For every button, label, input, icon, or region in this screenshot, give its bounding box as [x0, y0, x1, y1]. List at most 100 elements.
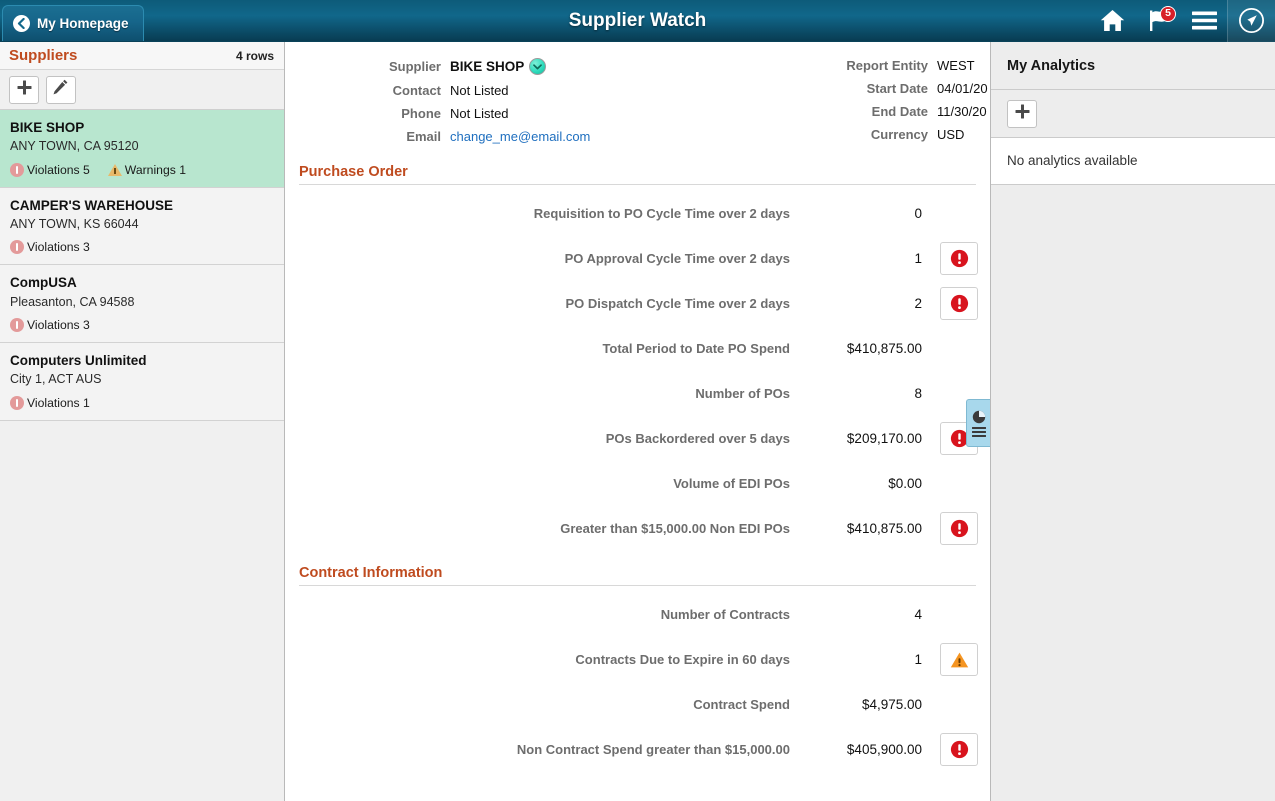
warnings-flag: Warnings 1	[107, 163, 186, 177]
violation-icon	[950, 740, 968, 759]
hamburger-menu-icon[interactable]	[1181, 0, 1227, 42]
detail-value: Not Listed	[450, 83, 509, 98]
detail-label: Contact	[392, 83, 441, 98]
analytics-panel-toolbar	[991, 90, 1275, 138]
detail-value: WEST	[937, 58, 975, 73]
detail-field-start-date: Start Date 04/01/20	[835, 81, 988, 96]
home-icon[interactable]	[1089, 0, 1135, 42]
metric-row: Requisition to PO Cycle Time over 2 days…	[285, 191, 990, 236]
metric-label: Number of POs	[695, 386, 790, 401]
chevron-down-icon[interactable]	[529, 58, 547, 75]
metric-row: Total Period to Date PO Spend $410,875.0…	[285, 326, 990, 371]
report-chart-handle[interactable]	[966, 399, 990, 447]
metric-row: POs Backordered over 5 days $209,170.00	[285, 416, 990, 461]
detail-field-currency: Currency USD	[835, 127, 988, 142]
sidebar-row-count: 4 rows	[235, 48, 274, 63]
supplier-location: ANY TOWN, CA 95120	[10, 139, 139, 154]
detail-label: Start Date	[866, 81, 928, 96]
violations-flag: Violations 1	[10, 395, 90, 410]
violations-flag: Violations 5	[10, 162, 90, 177]
sidebar-header: Suppliers 4 rows	[0, 42, 284, 70]
analytics-panel-body: No analytics available	[991, 138, 1275, 185]
supplier-name: CompUSA	[10, 275, 77, 291]
metric-alert	[928, 688, 990, 721]
detail-field-email: Email change_me@email.com	[370, 129, 705, 144]
back-to-homepage-button[interactable]: My Homepage	[2, 5, 144, 41]
metric-label: PO Approval Cycle Time over 2 days	[564, 251, 790, 266]
main-content: Supplier BIKE SHOP Contact Not Listed Ph…	[285, 42, 990, 801]
detail-value: BIKE SHOP	[450, 58, 547, 75]
supplier-name: CAMPER'S WAREHOUSE	[10, 197, 173, 213]
nav-compass-icon[interactable]	[1227, 0, 1275, 42]
violation-icon	[10, 395, 24, 410]
metric-value: $405,900.00	[846, 742, 922, 757]
detail-label: End Date	[871, 104, 928, 119]
violation-alert-button[interactable]	[940, 512, 978, 545]
sidebar-toolbar	[0, 70, 284, 110]
list-item[interactable]: Computers Unlimited City 1, ACT AUS Viol…	[0, 343, 284, 421]
metric-label: Requisition to PO Cycle Time over 2 days	[533, 206, 790, 221]
back-button-label: My Homepage	[37, 16, 129, 31]
no-alert	[940, 332, 978, 365]
detail-column-left: Supplier BIKE SHOP Contact Not Listed Ph…	[285, 58, 705, 144]
email-link[interactable]: change_me@email.com	[450, 129, 590, 144]
violation-icon	[10, 318, 24, 333]
violation-icon	[950, 519, 968, 538]
pie-chart-icon	[972, 410, 985, 423]
no-alert	[940, 197, 978, 230]
metric-value: $209,170.00	[846, 431, 922, 446]
my-analytics-panel: My Analytics No analytics available	[990, 42, 1275, 801]
violations-label: Violations 5	[27, 162, 90, 177]
metric-value: $410,875.00	[846, 341, 922, 356]
supplier-name-value: BIKE SHOP	[450, 59, 525, 74]
supplier-location: Pleasanton, CA 94588	[10, 294, 135, 309]
metric-label: Non Contract Spend greater than $15,000.…	[516, 742, 790, 757]
metric-value: 1	[914, 652, 922, 667]
list-item[interactable]: CAMPER'S WAREHOUSE ANY TOWN, KS 66044 Vi…	[0, 187, 284, 266]
analytics-panel-header: My Analytics	[991, 42, 1275, 90]
metric-alert	[928, 643, 990, 676]
supplier-flags: Violations 3	[10, 240, 274, 255]
metric-label: Volume of EDI POs	[673, 476, 790, 491]
detail-field-end-date: End Date 11/30/20	[835, 104, 988, 119]
violation-alert-button[interactable]	[940, 242, 978, 275]
metric-value: 2	[914, 296, 922, 311]
supplier-name: Computers Unlimited	[10, 353, 147, 369]
metric-row: Contract Spend $4,975.00	[285, 682, 990, 727]
edit-pencil-icon	[53, 79, 69, 100]
metric-row: Volume of EDI POs $0.00	[285, 461, 990, 506]
add-icon	[1015, 104, 1030, 124]
metric-alert	[928, 287, 990, 320]
violation-alert-button[interactable]	[940, 733, 978, 766]
supplier-location: ANY TOWN, KS 66044	[10, 216, 139, 231]
list-item[interactable]: BIKE SHOP ANY TOWN, CA 95120 Violations …	[0, 110, 284, 188]
detail-field-contact: Contact Not Listed	[370, 83, 705, 98]
section-title-contract-information: Contract Information	[299, 565, 976, 586]
detail-field-report-entity: Report Entity WEST	[835, 58, 988, 73]
flag-icon[interactable]: 5	[1135, 0, 1181, 42]
metric-row: Number of Contracts 4	[285, 592, 990, 637]
metric-value: 0	[914, 206, 922, 221]
warning-alert-button[interactable]	[940, 643, 978, 676]
violations-label: Violations 3	[27, 318, 90, 333]
notification-badge: 5	[1160, 5, 1176, 22]
violations-flag: Violations 3	[10, 240, 90, 255]
metric-alert	[928, 332, 990, 365]
list-lines-icon	[971, 426, 986, 437]
metric-label: Greater than $15,000.00 Non EDI POs	[560, 521, 790, 536]
metric-alert	[928, 197, 990, 230]
metric-row: Number of POs 8	[285, 371, 990, 416]
no-alert	[940, 688, 978, 721]
header-actions: 5	[1089, 0, 1275, 42]
violation-icon	[950, 249, 968, 268]
analytics-panel-title: My Analytics	[1007, 57, 1096, 74]
violation-alert-button[interactable]	[940, 287, 978, 320]
add-analytics-button[interactable]	[1007, 99, 1037, 128]
add-supplier-button[interactable]	[9, 75, 39, 104]
edit-supplier-button[interactable]	[46, 75, 76, 104]
detail-label: Currency	[870, 127, 928, 142]
metric-row: Contracts Due to Expire in 60 days 1	[285, 637, 990, 682]
supplier-list: BIKE SHOP ANY TOWN, CA 95120 Violations …	[0, 110, 284, 801]
list-item[interactable]: CompUSA Pleasanton, CA 94588 Violations …	[0, 265, 284, 344]
metric-row: PO Approval Cycle Time over 2 days 1	[285, 236, 990, 281]
